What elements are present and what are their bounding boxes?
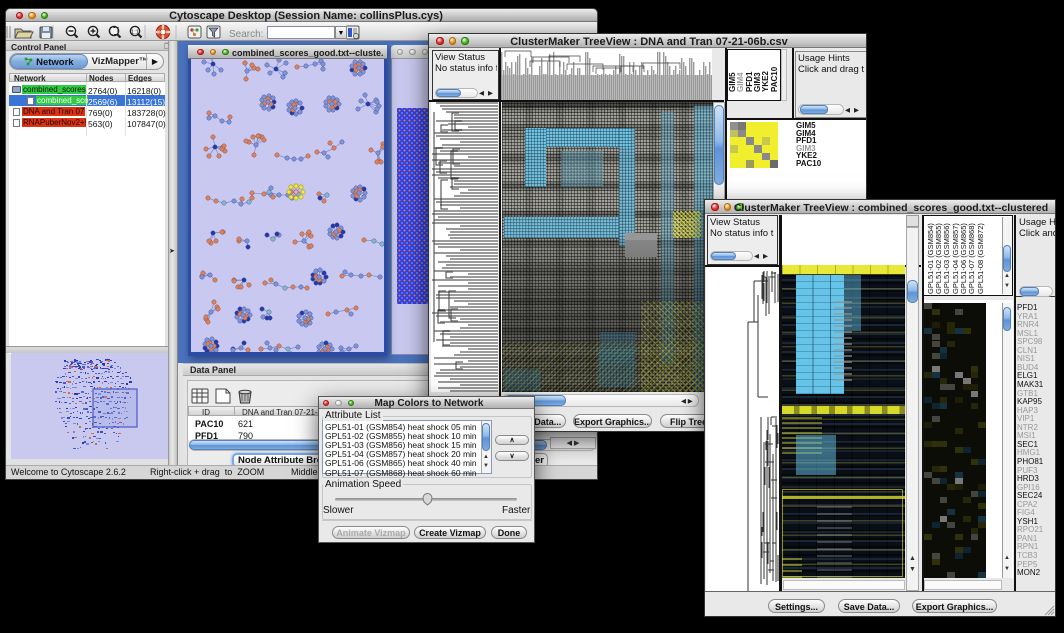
svg-text:1:1: 1:1: [131, 29, 139, 35]
